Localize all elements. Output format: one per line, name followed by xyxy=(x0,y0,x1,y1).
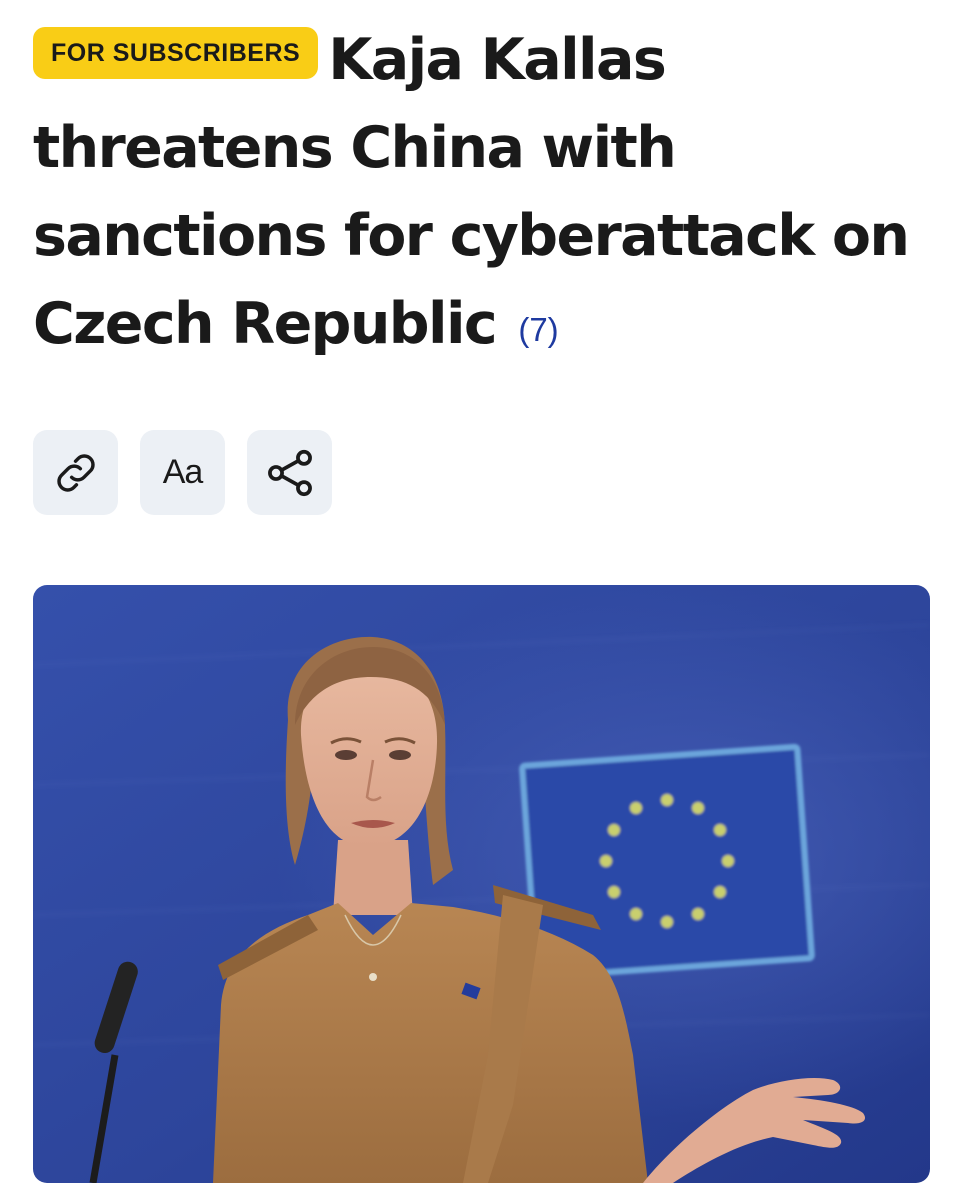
copy-link-button[interactable] xyxy=(33,430,118,515)
article-headline: FOR SUBSCRIBERS Kaja Kallas threatens Chi… xyxy=(33,16,938,374)
article-toolbar: Aa xyxy=(33,430,332,515)
article-photo xyxy=(33,585,930,1183)
subscribers-badge: FOR SUBSCRIBERS xyxy=(33,27,319,79)
share-icon xyxy=(267,449,312,496)
link-icon xyxy=(56,453,95,492)
font-size-button[interactable]: Aa xyxy=(140,430,225,515)
comment-count-link[interactable]: (7) xyxy=(518,311,558,348)
font-size-icon: Aa xyxy=(162,453,204,491)
share-button[interactable] xyxy=(247,430,332,515)
